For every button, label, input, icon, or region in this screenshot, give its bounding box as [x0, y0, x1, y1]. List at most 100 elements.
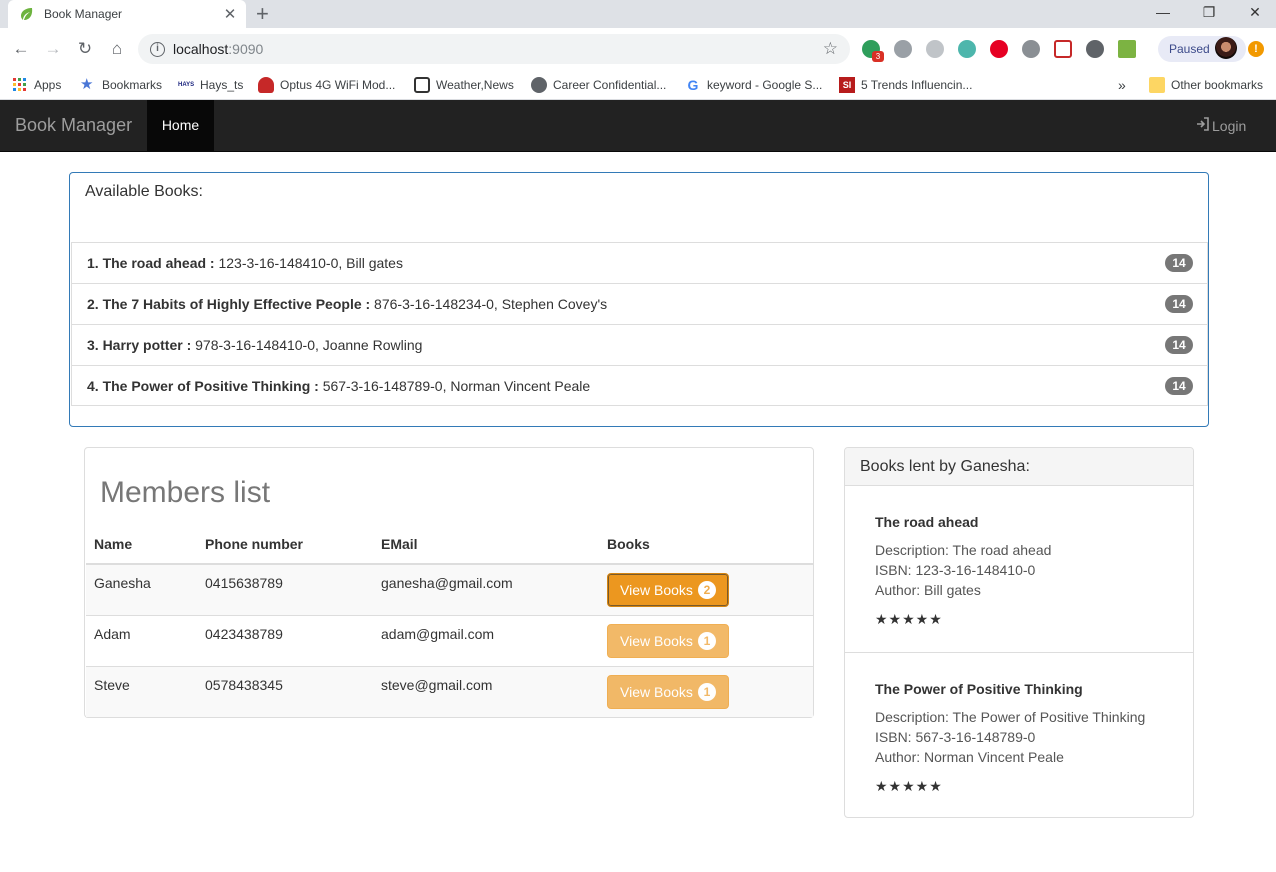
table-row: Adam 0423438789 adam@gmail.com View Book… [86, 614, 813, 666]
pinterest-icon[interactable] [990, 40, 1008, 58]
extension-lock-icon[interactable] [958, 40, 976, 58]
bookmark-label: Other bookmarks [1171, 78, 1264, 92]
avatar[interactable] [1215, 37, 1237, 59]
back-icon[interactable]: ← [10, 38, 32, 60]
count-badge: 14 [1165, 295, 1193, 313]
browser-tab[interactable]: Book Manager ✕ [8, 0, 246, 28]
bookmark-label: keyword - Google S... [707, 78, 823, 92]
list-item: 3. Harry potter : 978-3-16-148410-0, Joa… [71, 324, 1208, 365]
extension-skype-icon[interactable] [1022, 40, 1040, 58]
chrome-menu-update-icon[interactable]: ! [1248, 41, 1264, 57]
star-rating: ★★★★★ [875, 611, 943, 627]
restore-icon[interactable]: ❐ [1186, 0, 1232, 28]
forward-icon[interactable]: → [42, 38, 64, 60]
books-count-badge: 1 [697, 682, 716, 701]
view-books-label: View Books [620, 683, 693, 700]
nav-login-link[interactable]: Login [1196, 117, 1246, 134]
book-detail: 978-3-16-148410-0, Joanne Rowling [191, 337, 423, 353]
lent-book-description: Description: The road ahead [875, 542, 1052, 558]
navbar-brand[interactable]: Book Manager [15, 115, 132, 136]
list-item: 1. The road ahead : 123-3-16-148410-0, B… [71, 242, 1208, 283]
bookmark-label: 5 Trends Influencin... [861, 78, 973, 92]
bookmark-label: Optus 4G WiFi Mod... [280, 78, 396, 92]
book-detail: 123-3-16-148410-0, Bill gates [214, 255, 403, 271]
member-email: steve@gmail.com [373, 665, 599, 717]
member-phone: 0415638789 [197, 563, 373, 615]
spring-leaf-icon [18, 6, 34, 22]
tab-title: Book Manager [44, 7, 123, 21]
home-icon[interactable]: ⌂ [106, 38, 128, 60]
members-table: Name Phone number EMail Books Ganesha 04… [86, 534, 813, 717]
lent-books-heading: Books lent by Ganesha: [845, 448, 1193, 486]
book-title: 4. The Power of Positive Thinking : [87, 378, 319, 394]
bookmark-label: Apps [34, 78, 62, 92]
bookmark-other[interactable]: Other bookmarks [1149, 76, 1263, 94]
lent-book-title: The Power of Positive Thinking [875, 681, 1083, 697]
member-email: adam@gmail.com [373, 614, 599, 666]
app-navbar: Book Manager Home Login [0, 100, 1276, 152]
tab-close-icon[interactable]: ✕ [220, 5, 240, 23]
available-books-heading: Available Books: [85, 183, 203, 200]
member-phone: 0578438345 [197, 665, 373, 717]
bookmark-hays[interactable]: HAYS Hays_ts [178, 76, 243, 94]
view-books-label: View Books [620, 632, 693, 649]
available-books-panel: Available Books: 1. The road ahead : 123… [69, 172, 1209, 427]
window-close-icon[interactable]: ✕ [1232, 0, 1276, 28]
weather-icon [414, 77, 430, 93]
view-books-button[interactable]: View Books 2 [607, 573, 729, 607]
available-books-list: 1. The road ahead : 123-3-16-148410-0, B… [71, 242, 1208, 406]
book-detail: 567-3-16-148789-0, Norman Vincent Peale [318, 378, 591, 394]
bookmark-google[interactable]: Gkeyword - Google S... [685, 76, 823, 94]
bookmark-career[interactable]: Career Confidential... [531, 76, 666, 94]
address-bar[interactable]: i localhost:9090 ☆ [138, 34, 850, 64]
bookmark-trends[interactable]: SI 5 Trends Influencin... [839, 76, 972, 94]
member-name: Steve [86, 665, 197, 717]
bookmark-label: Weather,News [436, 78, 514, 92]
extension-circle-icon[interactable] [1086, 40, 1104, 58]
reload-icon[interactable]: ↻ [74, 38, 96, 60]
extension-chat-icon[interactable] [894, 40, 912, 58]
new-tab-icon[interactable]: + [256, 2, 269, 26]
column-header-phone: Phone number [197, 534, 373, 565]
book-title: 2. The 7 Habits of Highly Effective Peop… [87, 296, 371, 312]
lent-books-panel: Books lent by Ganesha: The road ahead De… [844, 447, 1194, 818]
list-item: 2. The 7 Habits of Highly Effective Peop… [71, 283, 1208, 324]
bookmarks-overflow-icon[interactable]: » [1118, 76, 1126, 94]
bookmark-label: Career Confidential... [553, 78, 667, 92]
star-rating: ★★★★★ [875, 778, 943, 794]
view-books-button[interactable]: View Books 1 [607, 623, 729, 658]
site-info-icon[interactable]: i [150, 41, 165, 57]
extension-gear-icon[interactable] [926, 40, 944, 58]
hays-logo-icon: HAYS [178, 82, 195, 88]
login-label: Login [1212, 117, 1247, 134]
member-name: Adam [86, 614, 197, 666]
member-phone: 0423438789 [197, 614, 373, 666]
bookmark-weather[interactable]: Weather,News [414, 76, 514, 94]
member-name: Ganesha [86, 563, 197, 615]
pocket-icon[interactable] [1054, 40, 1072, 58]
bookmark-bookmarks[interactable]: ★ Bookmarks [80, 76, 162, 94]
bookmarks-bar: Apps ★ Bookmarks HAYS Hays_ts Optus 4G WiF… [0, 70, 1276, 100]
url-port: :9090 [228, 41, 264, 57]
table-row: Ganesha 0415638789 ganesha@gmail.com Vie… [86, 563, 813, 615]
bookmark-optus[interactable]: Optus 4G WiFi Mod... [258, 76, 395, 94]
count-badge: 14 [1165, 336, 1193, 354]
lent-book-description: Description: The Power of Positive Think… [875, 709, 1146, 725]
url-host: localhost [173, 41, 229, 57]
column-header-email: EMail [373, 534, 599, 565]
count-badge: 14 [1165, 377, 1193, 395]
extension-square-icon[interactable] [1118, 40, 1136, 58]
star-icon: ★ [80, 76, 94, 93]
bookmark-label: Bookmarks [102, 78, 163, 92]
minimize-icon[interactable]: — [1140, 0, 1186, 28]
books-count-badge: 1 [697, 631, 716, 650]
bookmark-apps[interactable]: Apps [12, 76, 61, 94]
column-header-name: Name [86, 534, 197, 565]
view-books-button[interactable]: View Books 1 [607, 674, 729, 709]
globe-icon [531, 77, 547, 93]
nav-home-link[interactable]: Home [147, 100, 214, 151]
huawei-icon [258, 77, 274, 93]
bookmark-star-icon[interactable]: ☆ [823, 39, 838, 59]
count-badge: 14 [1165, 254, 1193, 272]
list-item: 4. The Power of Positive Thinking : 567-… [71, 365, 1208, 406]
